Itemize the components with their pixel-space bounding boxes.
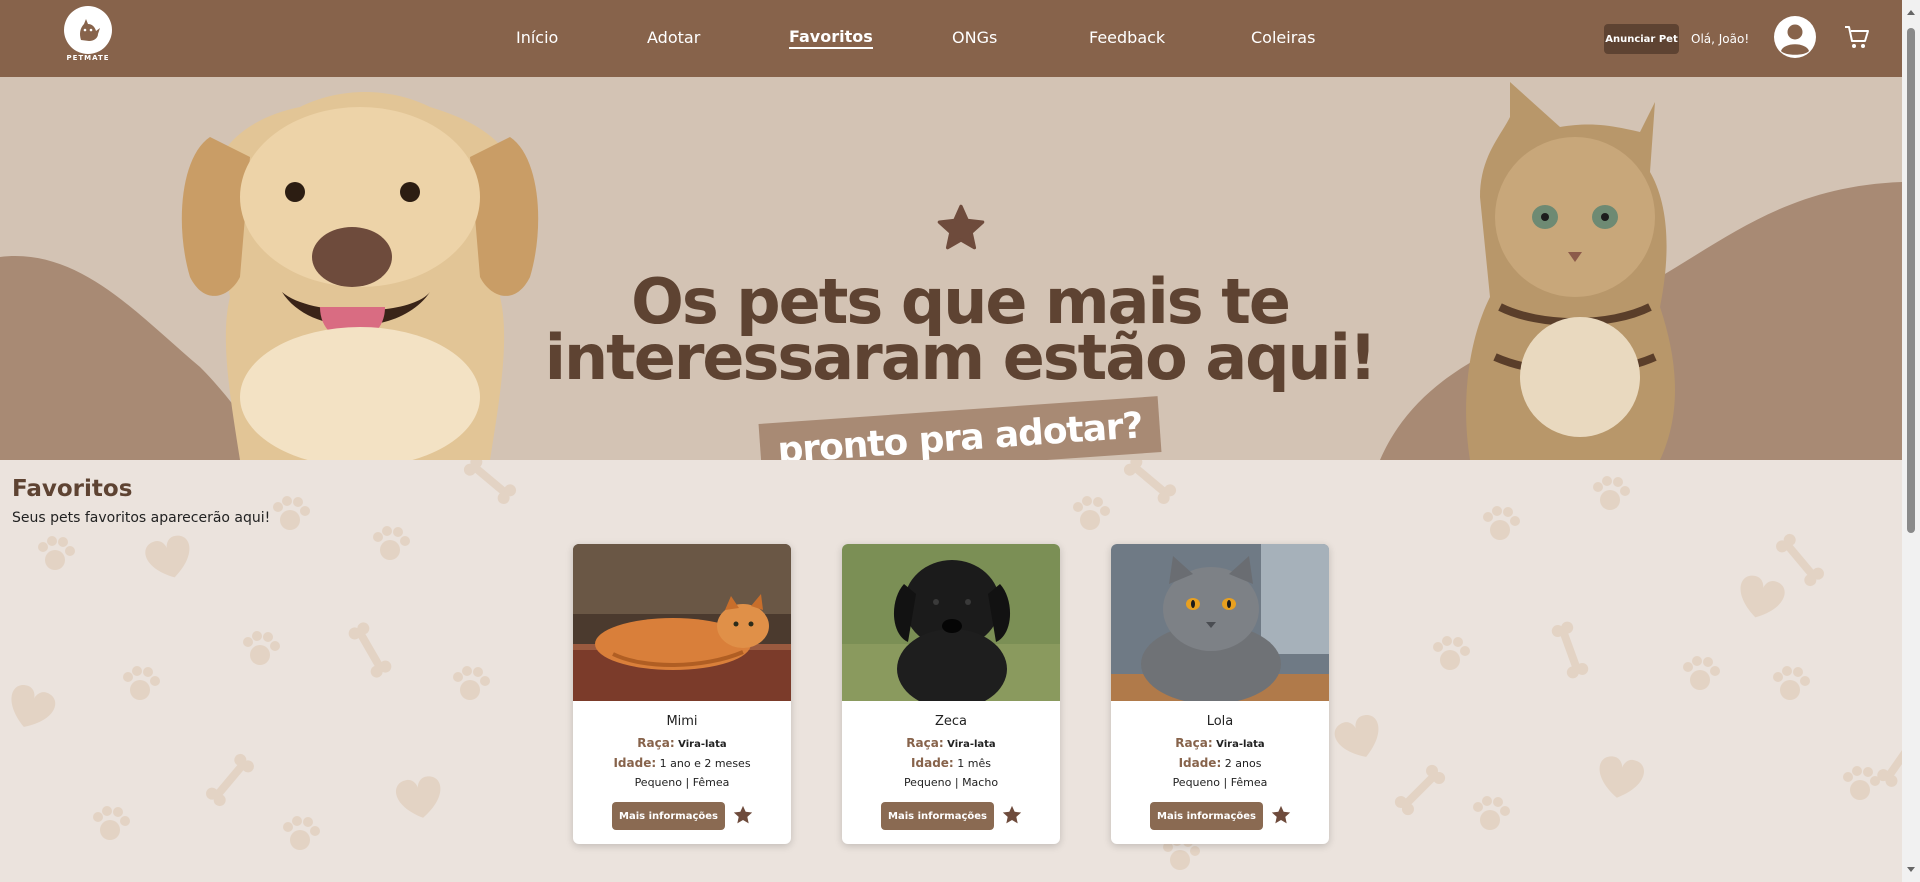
hero-title-line-2: interessaram estão aqui!: [544, 321, 1377, 394]
pet-photo-mimi[interactable]: [573, 544, 791, 701]
age-label: Idade:: [911, 756, 954, 770]
top-navbar: PETMATE Início Adotar Favoritos ONGs Fee…: [0, 0, 1902, 77]
nav-link-feedback[interactable]: Feedback: [1089, 28, 1165, 47]
petmate-logo[interactable]: [64, 6, 112, 54]
pet-breed: Vira-lata: [1216, 739, 1265, 750]
breed-label: Raça:: [1175, 736, 1213, 750]
cat-image: [1466, 82, 1675, 460]
user-avatar-icon[interactable]: [1773, 15, 1817, 59]
more-info-button[interactable]: Mais informações: [612, 802, 725, 830]
pet-name: Lola: [1206, 714, 1234, 729]
scrollbar-thumb[interactable]: [1907, 28, 1915, 533]
hero-banner: Os pets que mais te interessaram estão a…: [0, 77, 1902, 460]
pet-age-row: Idade: 1 ano e 2 meses: [573, 756, 791, 770]
favorite-star-icon[interactable]: [1001, 804, 1023, 826]
pet-traits: Pequeno | Macho: [903, 776, 999, 789]
favorites-title: Favoritos: [12, 476, 133, 502]
pet-breed: Vira-lata: [678, 739, 727, 750]
age-label: Idade:: [613, 756, 657, 770]
favorites-subtitle: Seus pets favoritos aparecerão aqui!: [12, 510, 271, 526]
pet-breed-row: Raça: Vira-lata: [573, 736, 791, 750]
pet-age-row: Idade: 1 mês: [842, 756, 1060, 770]
favorite-star-icon[interactable]: [1270, 804, 1292, 826]
pet-photo-lola[interactable]: [1111, 544, 1329, 701]
announce-pet-button[interactable]: Anunciar Pet: [1604, 24, 1679, 54]
hero-title: Os pets que mais te interessaram estão a…: [480, 271, 1440, 394]
pet-breed-row: Raça: Vira-lata: [842, 736, 1060, 750]
pet-name: Zeca: [934, 714, 968, 729]
nav-link-adotar[interactable]: Adotar: [647, 28, 700, 47]
star-icon: [937, 204, 985, 250]
user-greeting: Olá, João!: [1691, 32, 1750, 46]
age-label: Idade:: [1178, 756, 1222, 770]
breed-label: Raça:: [906, 736, 944, 750]
logo-text: PETMATE: [66, 54, 110, 62]
pet-breed-row: Raça: Vira-lata: [1111, 736, 1329, 750]
pet-card-zeca: Zeca Raça: Vira-lata Idade: 1 mês Pequen…: [842, 544, 1060, 844]
gray-cat-image: [1111, 544, 1329, 701]
pet-traits: Pequeno | Fêmea: [1172, 776, 1268, 789]
pet-card-lola: Lola Raça: Vira-lata Idade: 2 anos Peque…: [1111, 544, 1329, 844]
breed-label: Raça:: [637, 736, 675, 750]
dog-image: [181, 92, 539, 460]
paw-logo-icon: [80, 19, 100, 41]
favorites-section: Favoritos Seus pets favoritos aparecerão…: [0, 460, 1902, 882]
vertical-scrollbar[interactable]: [1902, 0, 1920, 882]
scroll-down-arrow-icon[interactable]: [1907, 867, 1915, 872]
pet-photo-zeca[interactable]: [842, 544, 1060, 701]
pet-age: 1 mês: [957, 757, 991, 770]
pet-age-row: Idade: 2 anos: [1111, 756, 1329, 770]
favorite-star-icon[interactable]: [732, 804, 754, 826]
scroll-up-arrow-icon[interactable]: [1907, 10, 1915, 15]
pet-breed: Vira-lata: [947, 739, 996, 750]
more-info-button[interactable]: Mais informações: [881, 802, 994, 830]
pet-age: 2 anos: [1224, 757, 1262, 770]
more-info-button[interactable]: Mais informações: [1150, 802, 1263, 830]
orange-cat-image: [573, 544, 791, 701]
pet-age: 1 ano e 2 meses: [659, 757, 751, 770]
pet-traits: Pequeno | Fêmea: [634, 776, 730, 789]
nav-link-coleiras[interactable]: Coleiras: [1251, 28, 1315, 47]
nav-link-ongs[interactable]: ONGs: [952, 28, 997, 47]
nav-link-inicio[interactable]: Início: [516, 28, 558, 47]
pet-name: Mimi: [666, 714, 698, 729]
black-puppy-image: [842, 544, 1060, 701]
nav-link-favoritos[interactable]: Favoritos: [789, 27, 873, 49]
cart-icon[interactable]: [1844, 24, 1870, 50]
pet-card-mimi: Mimi Raça: Vira-lata Idade: 1 ano e 2 me…: [573, 544, 791, 844]
